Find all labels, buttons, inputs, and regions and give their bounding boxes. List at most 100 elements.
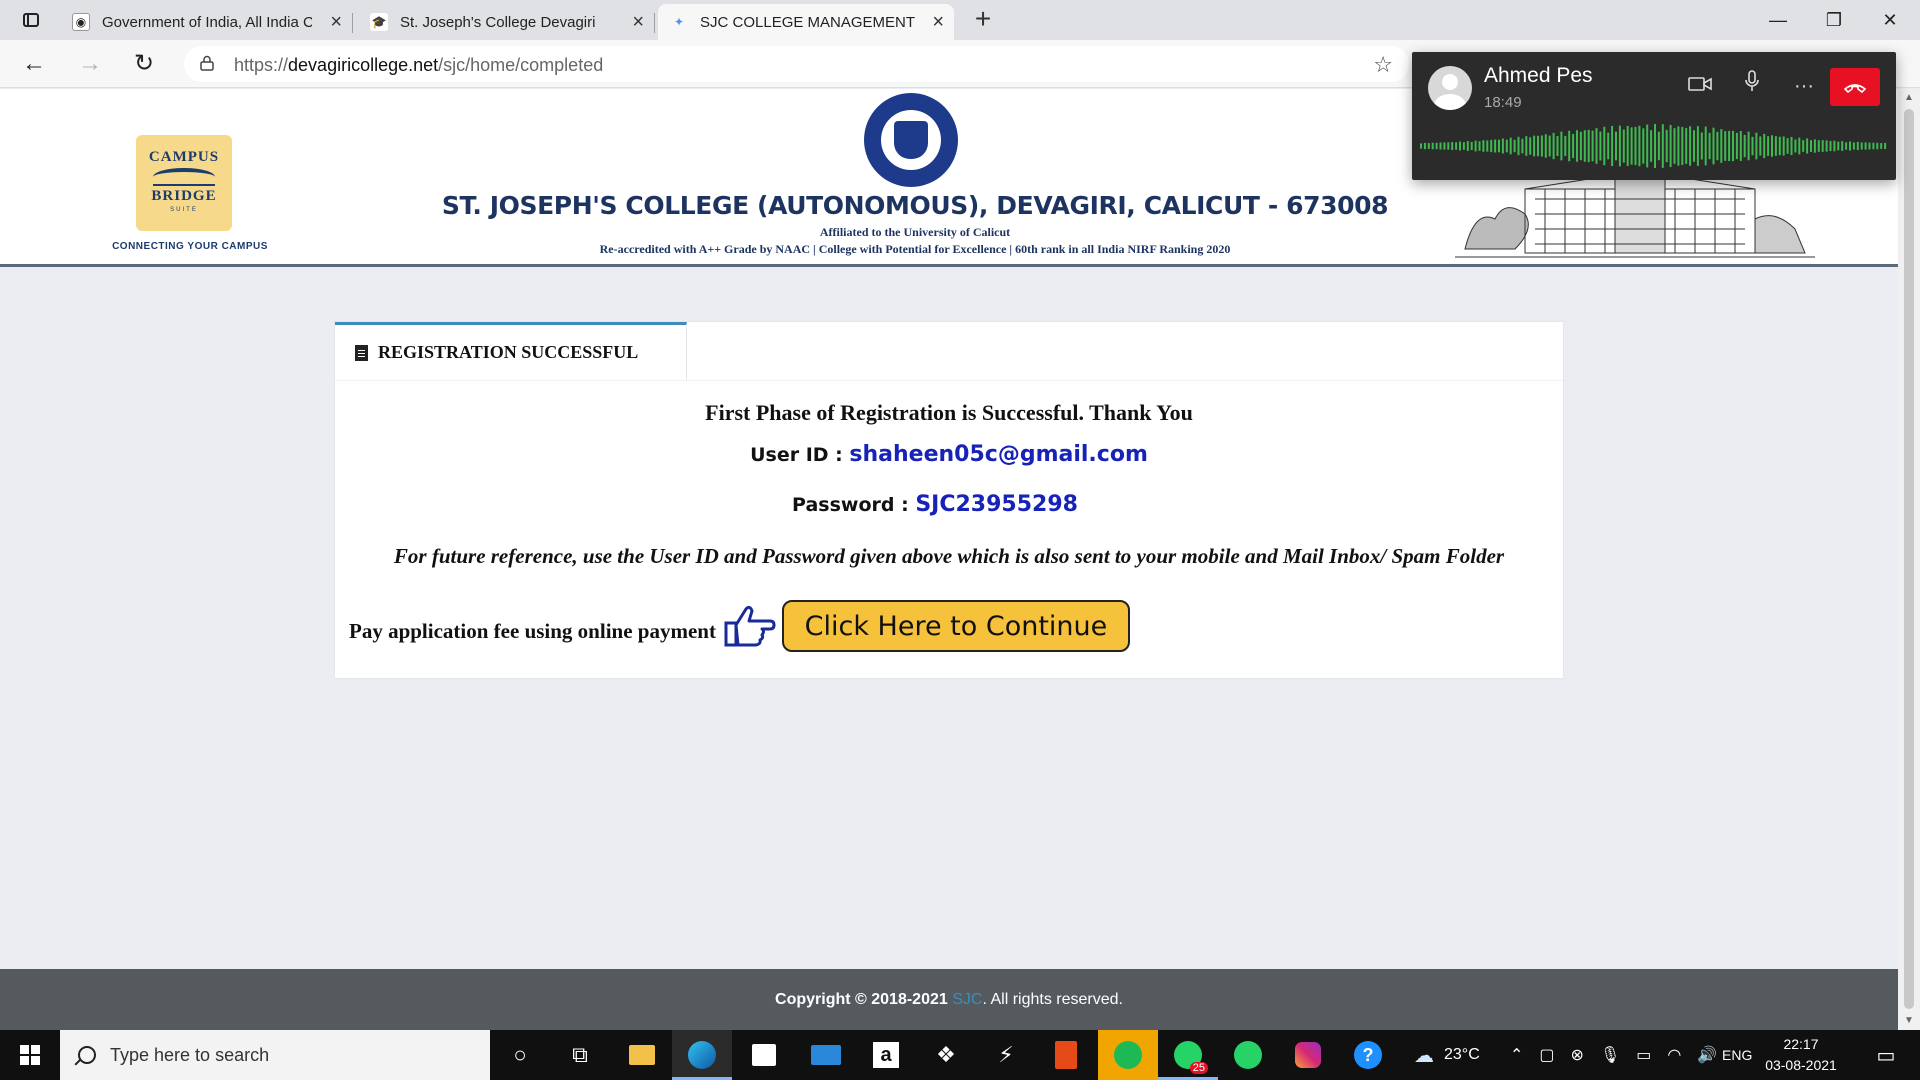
waveform-bar: [1849, 141, 1851, 151]
refresh-button[interactable]: ↻: [126, 48, 162, 80]
taskbar-clock[interactable]: 22:17 03-08-2021: [1756, 1034, 1846, 1076]
waveform-bar: [1693, 130, 1695, 162]
copyright-text: Copyright © 2018-2021: [775, 991, 948, 1008]
college-affiliation: Affiliated to the University of Calicut: [819, 225, 1011, 239]
microsoft-store-icon[interactable]: [734, 1030, 794, 1080]
input-language[interactable]: ENG: [1722, 1030, 1752, 1080]
waveform-bar: [1599, 131, 1602, 161]
waveform-bar: [1646, 124, 1649, 168]
document-icon: [355, 344, 368, 361]
waveform-bar: [1548, 135, 1551, 157]
waveform-bar: [1794, 139, 1797, 153]
waveform-bar: [1654, 124, 1656, 168]
temperature: 23°C: [1444, 1046, 1480, 1063]
lock-icon[interactable]: [200, 55, 214, 71]
waveform-bar: [1825, 140, 1828, 152]
address-bar[interactable]: https://devagiricollege.net/sjc/home/com…: [184, 46, 1409, 82]
waveform-bar: [1470, 141, 1473, 151]
call-overlay[interactable]: Ahmed Pes 18:49 ···: [1412, 52, 1896, 180]
waveform-bar: [1685, 128, 1688, 164]
back-button[interactable]: ←: [16, 48, 52, 80]
edge-browser-icon[interactable]: [672, 1030, 732, 1080]
url-text: https://devagiricollege.net/sjc/home/com…: [234, 55, 604, 75]
scroll-down-arrow-icon[interactable]: ▼: [1898, 1012, 1920, 1030]
close-tab-icon[interactable]: ×: [632, 12, 644, 32]
app-lightning-icon[interactable]: ⚡: [976, 1030, 1036, 1080]
battery-icon[interactable]: ▭: [1636, 1045, 1651, 1065]
waveform-bar: [1661, 124, 1664, 168]
scrollbar-thumb[interactable]: [1904, 109, 1914, 1009]
hang-up-button[interactable]: [1830, 68, 1880, 106]
add-favorite-star-icon[interactable]: ☆: [1373, 52, 1393, 78]
waveform-bar: [1568, 130, 1571, 162]
waveform-bar: [1540, 135, 1543, 157]
waveform-bar: [1720, 129, 1723, 163]
waveform-bar: [1576, 130, 1578, 162]
start-button[interactable]: [0, 1030, 60, 1080]
waveform-bar: [1751, 136, 1754, 156]
waveform-bar: [1868, 142, 1871, 150]
minimize-button[interactable]: —: [1750, 0, 1806, 40]
microphone-icon[interactable]: [1732, 70, 1772, 102]
whatsapp-notification-icon[interactable]: 25: [1158, 1030, 1218, 1080]
waveform-bar: [1560, 131, 1563, 161]
file-explorer-icon[interactable]: [612, 1030, 672, 1080]
waveform-bar: [1771, 135, 1773, 157]
footer-brand-link[interactable]: SJC: [952, 991, 982, 1008]
dropbox-icon[interactable]: ❖: [916, 1030, 976, 1080]
rights-text: . All rights reserved.: [982, 991, 1123, 1008]
scroll-up-arrow-icon[interactable]: ▲: [1898, 89, 1920, 107]
waveform-bar: [1435, 142, 1438, 150]
waveform-bar: [1712, 127, 1715, 165]
tab-registration-successful[interactable]: REGISTRATION SUCCESSFUL: [335, 322, 687, 380]
college-seal-logo: [864, 93, 958, 187]
network-error-icon[interactable]: ⊗: [1571, 1045, 1584, 1065]
office-icon[interactable]: [1036, 1030, 1096, 1080]
whatsapp-icon[interactable]: [1218, 1030, 1278, 1080]
video-camera-icon[interactable]: [1680, 70, 1720, 102]
waveform-bar: [1782, 136, 1785, 156]
close-tab-icon[interactable]: ×: [330, 12, 342, 32]
notification-badge: 25: [1189, 1062, 1208, 1074]
more-options-icon[interactable]: ···: [1784, 70, 1824, 102]
waveform-bar: [1821, 140, 1824, 152]
amazon-icon[interactable]: a: [856, 1030, 916, 1080]
waveform-bar: [1517, 136, 1520, 156]
new-tab-button[interactable]: +: [966, 4, 1000, 36]
volume-icon[interactable]: 🔊: [1697, 1045, 1717, 1065]
microphone-in-use-icon[interactable]: 🎙: [1600, 1045, 1620, 1065]
forward-button[interactable]: →: [72, 48, 108, 80]
help-icon[interactable]: ?: [1338, 1030, 1398, 1080]
tab-title: Government of India, All India Co: [102, 13, 312, 31]
tab-government-of-india[interactable]: ◉ Government of India, All India Co ×: [60, 4, 353, 40]
tab-st-josephs-college[interactable]: 🎓 St. Joseph's College Devagiri ×: [358, 4, 655, 40]
spotify-icon[interactable]: [1098, 1030, 1158, 1080]
restore-button[interactable]: ❐: [1806, 0, 1862, 40]
cloud-icon: ☁: [1414, 1044, 1434, 1067]
waveform-bar: [1626, 125, 1629, 167]
show-hidden-icons-chevron-icon[interactable]: ⌃: [1510, 1045, 1523, 1065]
wifi-icon[interactable]: ◠: [1667, 1045, 1681, 1065]
weather-widget[interactable]: ☁ 23°C: [1414, 1030, 1480, 1080]
cortana-icon[interactable]: ○: [490, 1030, 550, 1080]
mail-icon[interactable]: [796, 1030, 856, 1080]
instagram-icon[interactable]: [1278, 1030, 1338, 1080]
click-here-to-continue-button[interactable]: Click Here to Continue: [781, 600, 1130, 652]
meet-now-icon[interactable]: ▢: [1539, 1045, 1554, 1065]
caller-name: Ahmed Pes: [1484, 64, 1593, 87]
page-scrollbar[interactable]: ▲ ▼: [1898, 89, 1920, 1030]
waveform-bar: [1763, 133, 1766, 159]
action-center-icon[interactable]: ▭: [1866, 1030, 1906, 1080]
task-view-icon[interactable]: ⧉: [550, 1030, 610, 1080]
waveform-bar: [1755, 132, 1758, 160]
waveform-bar: [1537, 135, 1539, 157]
tab-sjc-college-management[interactable]: ✦ SJC COLLEGE MANAGEMENT ×: [658, 4, 954, 40]
waveform-bar: [1774, 136, 1777, 156]
close-window-button[interactable]: ✕: [1862, 0, 1918, 40]
waveform-bar: [1611, 125, 1614, 167]
waveform-bar: [1591, 130, 1594, 162]
tab-actions-menu-button[interactable]: [14, 8, 48, 32]
taskbar-search-box[interactable]: Type here to search: [60, 1030, 490, 1080]
hang-up-phone-icon: [1843, 84, 1867, 94]
close-tab-icon[interactable]: ×: [932, 12, 944, 32]
